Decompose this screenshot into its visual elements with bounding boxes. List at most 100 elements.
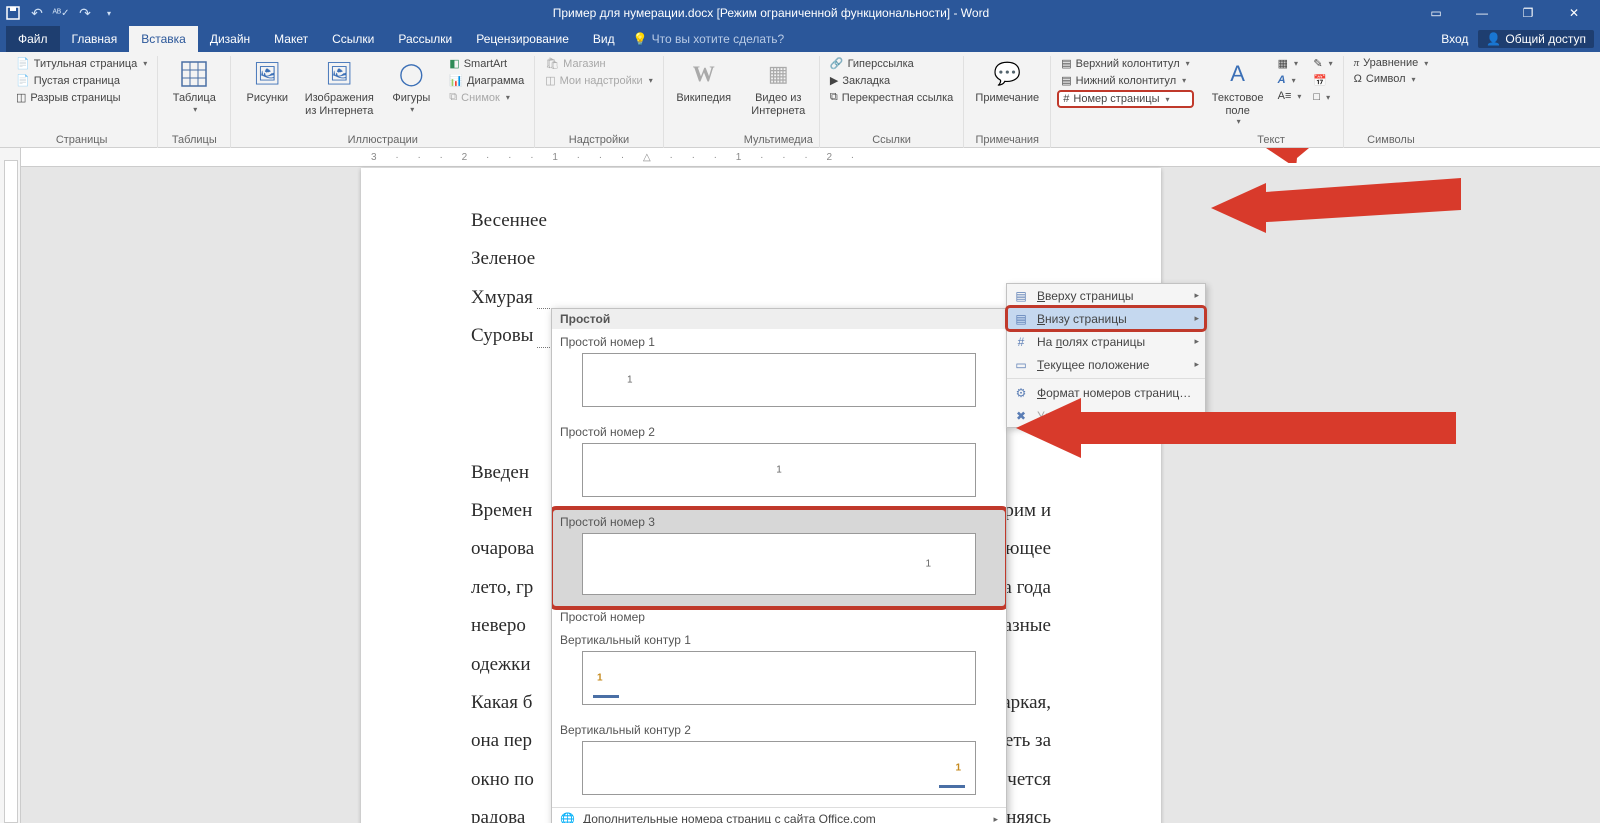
tab-home[interactable]: Главная [60, 26, 130, 52]
my-addins-button[interactable]: ◫Мои надстройки▾ [541, 73, 657, 88]
group-text-label: Текст [1257, 132, 1285, 148]
page-margins-icon: # [1013, 334, 1029, 350]
ribbon-options-icon[interactable]: ▭ [1414, 0, 1458, 26]
share-button[interactable]: 👤 Общий доступ [1478, 30, 1594, 48]
gallery-item-simple-2[interactable]: Простой номер 2 1 [552, 419, 1006, 509]
page-number-submenu: ▤Вверху страницы▸ ▤Внизу страницы▸ #На п… [1006, 283, 1206, 428]
bookmark-button[interactable]: ▶Закладка [826, 73, 957, 88]
page-top-icon: ▤ [1013, 288, 1029, 304]
online-pictures-icon: 🖼 [323, 58, 355, 90]
page-number-gallery: Простой Простой номер 1 1 Простой номер … [551, 308, 1007, 823]
gallery-more-office[interactable]: 🌐Дополнительные номера страниц с сайта O… [552, 808, 1006, 823]
save-icon[interactable] [4, 4, 22, 22]
doc-text: Хмурая [471, 283, 533, 313]
textbox-button[interactable]: AТекстовое поле▾ [1206, 56, 1270, 128]
office-icon: 🌐 [560, 812, 575, 823]
smartart-icon: ◧ [449, 57, 459, 70]
gallery-item-simple-3[interactable]: Простой номер 3 1 [552, 509, 1006, 607]
footer-button[interactable]: ▤Нижний колонтитул▾ [1057, 73, 1193, 88]
symbol-icon: Ω [1354, 73, 1362, 85]
signature-icon: ✎ [1313, 57, 1322, 70]
group-comments-label: Примечания [976, 132, 1040, 148]
online-pictures-button[interactable]: 🖼Изображения из Интернета [301, 56, 377, 119]
menu-current-position[interactable]: ▭Текущее положение▸ [1007, 353, 1205, 376]
object-icon: □ [1313, 91, 1320, 103]
online-video-button[interactable]: ▦Видео из Интернета [744, 56, 812, 119]
redo-icon[interactable]: ↷ [76, 4, 94, 22]
minimize-button[interactable]: — [1460, 0, 1504, 26]
gallery-item-vertical-2[interactable]: Вертикальный контур 2 1 [552, 717, 1006, 807]
signature-line-button[interactable]: ✎▾ [1309, 56, 1336, 71]
remove-icon: ✖ [1013, 408, 1029, 424]
gallery-section-header: Простой [552, 309, 1006, 329]
menu-format-page-numbers[interactable]: ⚙Формат номеров страниц… [1007, 381, 1205, 404]
tab-design[interactable]: Дизайн [198, 26, 262, 52]
equation-button[interactable]: πУравнение▾ [1350, 56, 1433, 70]
signin-link[interactable]: Вход [1441, 32, 1468, 46]
tab-insert[interactable]: Вставка [129, 26, 198, 52]
page-number-button[interactable]: #Номер страницы▾ [1057, 90, 1193, 108]
tab-view[interactable]: Вид [581, 26, 627, 52]
hyperlink-icon: 🔗 [830, 57, 844, 70]
menu-bottom-of-page[interactable]: ▤Внизу страницы▸ [1007, 307, 1205, 330]
tab-file[interactable]: Файл [6, 26, 60, 52]
tab-layout[interactable]: Макет [262, 26, 320, 52]
doc-text: Суровы [471, 321, 533, 351]
pictures-icon: 🖼 [251, 58, 283, 90]
document-area: 3 · · · 2 · · · 1 · · · △ · · · 1 · · · … [0, 148, 1600, 823]
wikipedia-button[interactable]: WВикипедия [670, 56, 738, 107]
quick-parts-button[interactable]: ▦▾ [1274, 56, 1306, 71]
wordart-button[interactable]: A▾ [1274, 73, 1306, 87]
vertical-ruler [0, 148, 21, 823]
qat-more-icon[interactable]: ▾ [100, 4, 118, 22]
date-time-button[interactable]: 📅 [1309, 73, 1336, 88]
group-tables-label: Таблицы [172, 132, 217, 148]
page-break-icon: ◫ [16, 91, 26, 104]
header-button[interactable]: ▤Верхний колонтитул▾ [1057, 56, 1193, 71]
tell-me[interactable]: 💡 Что вы хотите сделать? [633, 26, 785, 52]
group-links-label: Ссылки [872, 132, 911, 148]
chart-button[interactable]: 📊Диаграмма [445, 73, 528, 88]
hyperlink-button[interactable]: 🔗Гиперссылка [826, 56, 957, 71]
shapes-button[interactable]: ◯Фигуры▾ [381, 56, 441, 116]
pictures-button[interactable]: 🖼Рисунки [237, 56, 297, 107]
addins-icon: ◫ [545, 74, 555, 87]
spellcheck-icon[interactable]: ᴬᴮ✓ [52, 4, 70, 22]
dropcap-icon: A≡ [1278, 90, 1292, 102]
symbol-button[interactable]: ΩСимвол▾ [1350, 72, 1433, 86]
gallery-item-simple-1[interactable]: Простой номер 1 1 [552, 329, 1006, 419]
cover-page-button[interactable]: 📄Титульная страница▾ [12, 56, 151, 71]
equation-icon: π [1354, 57, 1360, 69]
quick-access-toolbar: ↶ ᴬᴮ✓ ↷ ▾ [4, 4, 118, 22]
gallery-item-vertical-1[interactable]: Вертикальный контур 1 1 [552, 627, 1006, 717]
ribbon: 📄Титульная страница▾ 📄Пустая страница ◫Р… [0, 52, 1600, 148]
date-icon: 📅 [1313, 74, 1327, 87]
smartart-button[interactable]: ◧SmartArt [445, 56, 528, 71]
quick-parts-icon: ▦ [1278, 57, 1288, 70]
wordart-icon: A [1278, 74, 1286, 86]
object-button[interactable]: □▾ [1309, 90, 1336, 104]
blank-page-button[interactable]: 📄Пустая страница [12, 73, 151, 88]
comment-icon: 💬 [991, 58, 1023, 90]
close-button[interactable]: ✕ [1552, 0, 1596, 26]
gallery-section-header: Простой номер [552, 607, 1006, 627]
doc-text: Зеленое [471, 248, 535, 269]
tab-mailings[interactable]: Рассылки [386, 26, 464, 52]
format-icon: ⚙ [1013, 385, 1029, 401]
page-break-button[interactable]: ◫Разрыв страницы [12, 90, 151, 105]
menu-page-margins[interactable]: #На полях страницы▸ [1007, 330, 1205, 353]
menu-top-of-page[interactable]: ▤Вверху страницы▸ [1007, 284, 1205, 307]
comment-button[interactable]: 💬Примечание [970, 56, 1044, 107]
dropcap-button[interactable]: A≡▾ [1274, 89, 1306, 103]
table-button[interactable]: Таблица▾ [164, 56, 224, 116]
table-icon [178, 58, 210, 90]
crossref-button[interactable]: ⧉Перекрестная ссылка [826, 90, 957, 105]
tab-review[interactable]: Рецензирование [464, 26, 581, 52]
screenshot-icon: ⧉ [449, 91, 457, 104]
maximize-button[interactable]: ❐ [1506, 0, 1550, 26]
tab-references[interactable]: Ссылки [320, 26, 386, 52]
bookmark-icon: ▶ [830, 74, 838, 87]
store-button[interactable]: 🛍Магазин [541, 56, 657, 71]
screenshot-button[interactable]: ⧉Снимок▾ [445, 90, 528, 105]
undo-icon[interactable]: ↶ [28, 4, 46, 22]
